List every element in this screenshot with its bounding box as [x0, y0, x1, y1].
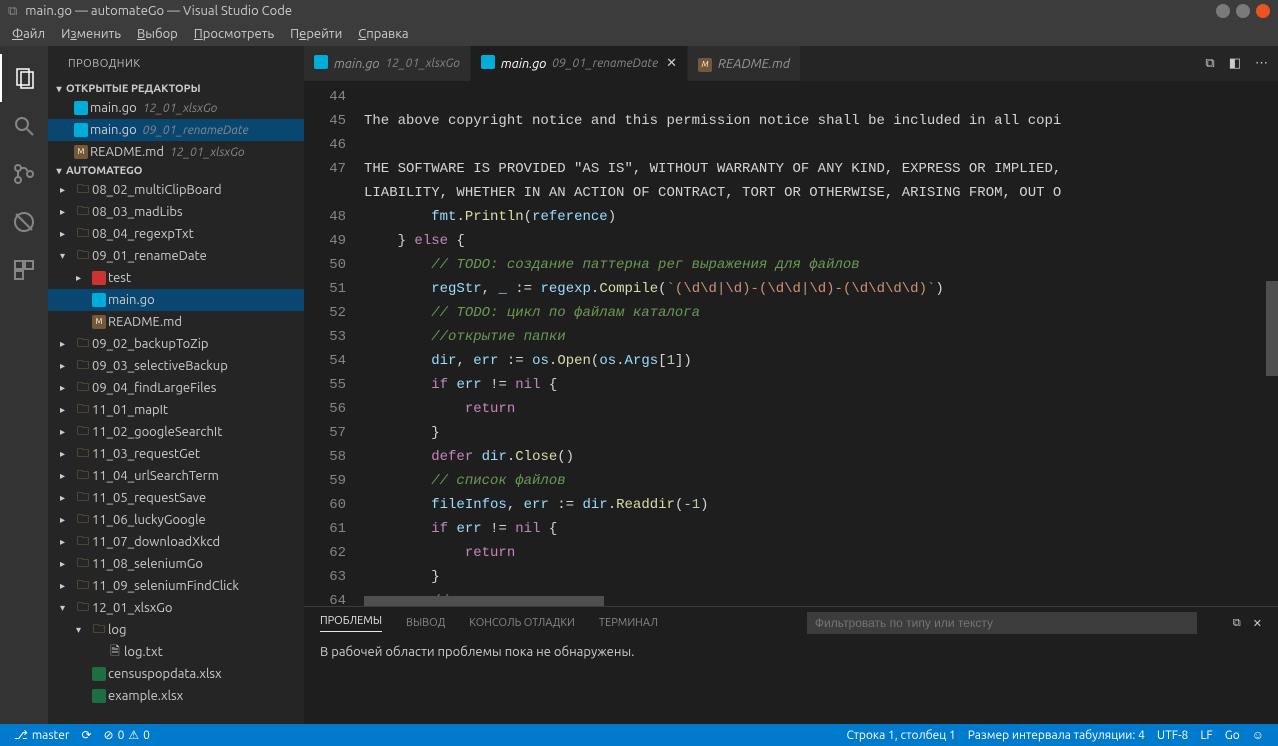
project-header[interactable]: ▾AUTOMATEGO	[48, 163, 304, 179]
menu-go[interactable]: Перейти	[282, 27, 350, 41]
tree-item[interactable]: 🗎log.txt	[48, 641, 304, 663]
workbench: ПРОВОДНИК ▾ОТКРЫТЫЕ РЕДАКТОРЫ main.go12_…	[0, 46, 1278, 724]
open-editor-item[interactable]: MREADME.md12_01_xlsxGo	[48, 141, 304, 163]
status-branch[interactable]: ⎇ master	[8, 728, 75, 742]
panel-body: В рабочей области проблемы пока не обнар…	[304, 639, 1278, 665]
window-controls	[1216, 4, 1270, 18]
tree-item[interactable]: ▸🗀09_03_selectiveBackup	[48, 355, 304, 377]
tree-item[interactable]: ▸🗀08_03_madLibs	[48, 201, 304, 223]
titlebar: ⧉ main.go — automateGo — Visual Studio C…	[0, 0, 1278, 22]
window-title: main.go — automateGo — Visual Studio Cod…	[25, 4, 1216, 18]
panel-tab-output[interactable]: ВЫВОД	[406, 617, 445, 629]
line-gutter: 44 45 46 47 48 49 50 51 52 53 54 55 56 5…	[304, 81, 364, 606]
panel-close-icon[interactable]: ✕	[1253, 617, 1262, 630]
tree-item[interactable]: ▸🗀08_02_multiClipBoard	[48, 179, 304, 201]
editor-body[interactable]: 44 45 46 47 48 49 50 51 52 53 54 55 56 5…	[304, 81, 1278, 606]
tree-item[interactable]: ▾🗀12_01_xlsxGo	[48, 597, 304, 619]
panel-collapse-icon[interactable]: ⧉	[1233, 617, 1241, 630]
horizontal-scrollbar[interactable]	[364, 596, 604, 606]
sidebar-title: ПРОВОДНИК	[48, 46, 304, 81]
status-lang[interactable]: Go	[1219, 729, 1246, 742]
tree-item[interactable]: example.xlsx	[48, 685, 304, 707]
editor-tab[interactable]: main.go09_01_renameDate✕	[471, 46, 688, 81]
extensions-icon[interactable]	[0, 246, 48, 294]
more-icon[interactable]: ⋯	[1255, 56, 1268, 71]
panel-tab-problems[interactable]: ПРОБЛЕМЫ	[320, 615, 382, 632]
panel-actions: ⧉ ✕	[1233, 617, 1262, 630]
editor-tabs: main.go12_01_xlsxGomain.go09_01_renameDa…	[304, 46, 1278, 81]
tree-item[interactable]: ▸test	[48, 267, 304, 289]
tree-item[interactable]: ▸🗀11_01_mapIt	[48, 399, 304, 421]
tree-item[interactable]: ▸🗀11_06_luckyGoogle	[48, 509, 304, 531]
status-problems[interactable]: ⊘ 0 ⚠ 0	[98, 728, 156, 742]
statusbar: ⎇ master ⟳ ⊘ 0 ⚠ 0 Строка 1, столбец 1 Р…	[0, 724, 1278, 746]
vertical-scrollbar[interactable]	[1266, 81, 1278, 606]
split-icon[interactable]: ◧	[1229, 56, 1241, 71]
panel-tabs: ПРОБЛЕМЫ ВЫВОД КОНСОЛЬ ОТЛАДКИ ТЕРМИНАЛ …	[304, 607, 1278, 639]
tree-item[interactable]: ▸🗀09_04_findLargeFiles	[48, 377, 304, 399]
tab-close-icon[interactable]: ✕	[666, 56, 677, 71]
tree-item[interactable]: ▾🗀09_01_renameDate	[48, 245, 304, 267]
menu-help[interactable]: Справка	[350, 27, 416, 41]
menu-view[interactable]: Просмотреть	[186, 27, 282, 41]
source-control-icon[interactable]	[0, 150, 48, 198]
open-editor-item[interactable]: main.go09_01_renameDate	[48, 119, 304, 141]
status-tabsize[interactable]: Размер интервала табуляции: 4	[962, 729, 1151, 742]
search-icon[interactable]	[0, 102, 48, 150]
tree-item[interactable]: ▸🗀08_04_regexpTxt	[48, 223, 304, 245]
sidebar: ПРОВОДНИК ▾ОТКРЫТЫЕ РЕДАКТОРЫ main.go12_…	[48, 46, 304, 724]
editor-tab[interactable]: MREADME.md	[688, 46, 801, 81]
status-encoding[interactable]: UTF-8	[1151, 729, 1194, 742]
editor-tab[interactable]: main.go12_01_xlsxGo	[304, 46, 471, 81]
debug-icon[interactable]	[0, 198, 48, 246]
close-button[interactable]	[1256, 4, 1270, 18]
code-content[interactable]: The above copyright notice and this perm…	[364, 81, 1278, 606]
menu-file[interactable]: Файл	[4, 27, 53, 41]
open-editor-item[interactable]: main.go12_01_xlsxGo	[48, 97, 304, 119]
maximize-button[interactable]	[1236, 4, 1250, 18]
tree-item[interactable]: ▸🗀11_09_seleniumFindClick	[48, 575, 304, 597]
minimize-button[interactable]	[1216, 4, 1230, 18]
panel-filter-input[interactable]	[807, 612, 1197, 634]
menubar: Файл Изменить Выбор Просмотреть Перейти …	[0, 22, 1278, 46]
activitybar	[0, 46, 48, 724]
tree-item[interactable]: ▸🗀11_04_urlSearchTerm	[48, 465, 304, 487]
status-eol[interactable]: LF	[1194, 729, 1218, 742]
editor-area: main.go12_01_xlsxGomain.go09_01_renameDa…	[304, 46, 1278, 724]
menu-edit[interactable]: Изменить	[53, 27, 129, 41]
bottom-panel: ПРОБЛЕМЫ ВЫВОД КОНСОЛЬ ОТЛАДКИ ТЕРМИНАЛ …	[304, 606, 1278, 724]
tab-actions: ⧉ ◧ ⋯	[1195, 46, 1278, 81]
menu-selection[interactable]: Выбор	[129, 27, 186, 41]
open-editors-list: main.go12_01_xlsxGomain.go09_01_renameDa…	[48, 97, 304, 163]
open-editors-header[interactable]: ▾ОТКРЫТЫЕ РЕДАКТОРЫ	[48, 81, 304, 97]
tree-item[interactable]: main.go	[48, 289, 304, 311]
tree-item[interactable]: ▸🗀11_03_requestGet	[48, 443, 304, 465]
app-icon: ⧉	[8, 4, 17, 19]
tree-item[interactable]: MREADME.md	[48, 311, 304, 333]
panel-tab-debug[interactable]: КОНСОЛЬ ОТЛАДКИ	[469, 617, 575, 629]
tree-item[interactable]: ▸🗀11_08_seleniumGo	[48, 553, 304, 575]
tree-item[interactable]: ▾🗀log	[48, 619, 304, 641]
tree-item[interactable]: ▸🗀11_07_downloadXkcd	[48, 531, 304, 553]
tree-item[interactable]: ▸🗀09_02_backupToZip	[48, 333, 304, 355]
compare-icon[interactable]: ⧉	[1205, 56, 1214, 71]
status-feedback-icon[interactable]: ☺	[1246, 728, 1270, 742]
status-cursor[interactable]: Строка 1, столбец 1	[840, 729, 961, 742]
tree-item[interactable]: ▸🗀11_02_googleSearchIt	[48, 421, 304, 443]
panel-tab-terminal[interactable]: ТЕРМИНАЛ	[599, 617, 658, 629]
tree-item[interactable]: censuspopdata.xlsx	[48, 663, 304, 685]
tree-item[interactable]: ▸🗀11_05_requestSave	[48, 487, 304, 509]
status-sync[interactable]: ⟳	[75, 728, 97, 742]
file-tree: ▸🗀08_02_multiClipBoard▸🗀08_03_madLibs▸🗀0…	[48, 179, 304, 724]
explorer-icon[interactable]	[0, 54, 48, 102]
